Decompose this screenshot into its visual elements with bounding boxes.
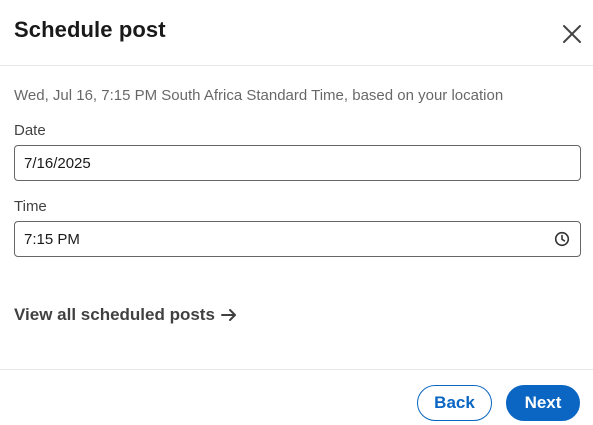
back-button[interactable]: Back [417, 385, 492, 421]
date-value: 7/16/2025 [24, 154, 91, 172]
date-input[interactable]: 7/16/2025 [14, 145, 581, 181]
close-icon [562, 24, 582, 44]
dialog-header: Schedule post [0, 0, 593, 66]
dialog-title: Schedule post [14, 17, 166, 42]
time-label: Time [14, 198, 47, 215]
schedule-post-dialog: Schedule post Wed, Jul 16, 7:15 PM South… [0, 0, 593, 425]
view-scheduled-posts-label: View all scheduled posts [14, 305, 215, 324]
view-scheduled-posts-link[interactable]: View all scheduled posts [14, 305, 237, 325]
date-label: Date [14, 122, 46, 139]
dialog-footer: Back Next [0, 369, 593, 425]
clock-icon[interactable] [554, 231, 570, 247]
timezone-info: Wed, Jul 16, 7:15 PM South Africa Standa… [14, 87, 504, 104]
time-input[interactable]: 7:15 PM [14, 221, 581, 257]
close-button[interactable] [556, 18, 588, 50]
next-button[interactable]: Next [506, 385, 580, 421]
arrow-right-icon [220, 308, 237, 322]
time-value: 7:15 PM [24, 230, 80, 248]
